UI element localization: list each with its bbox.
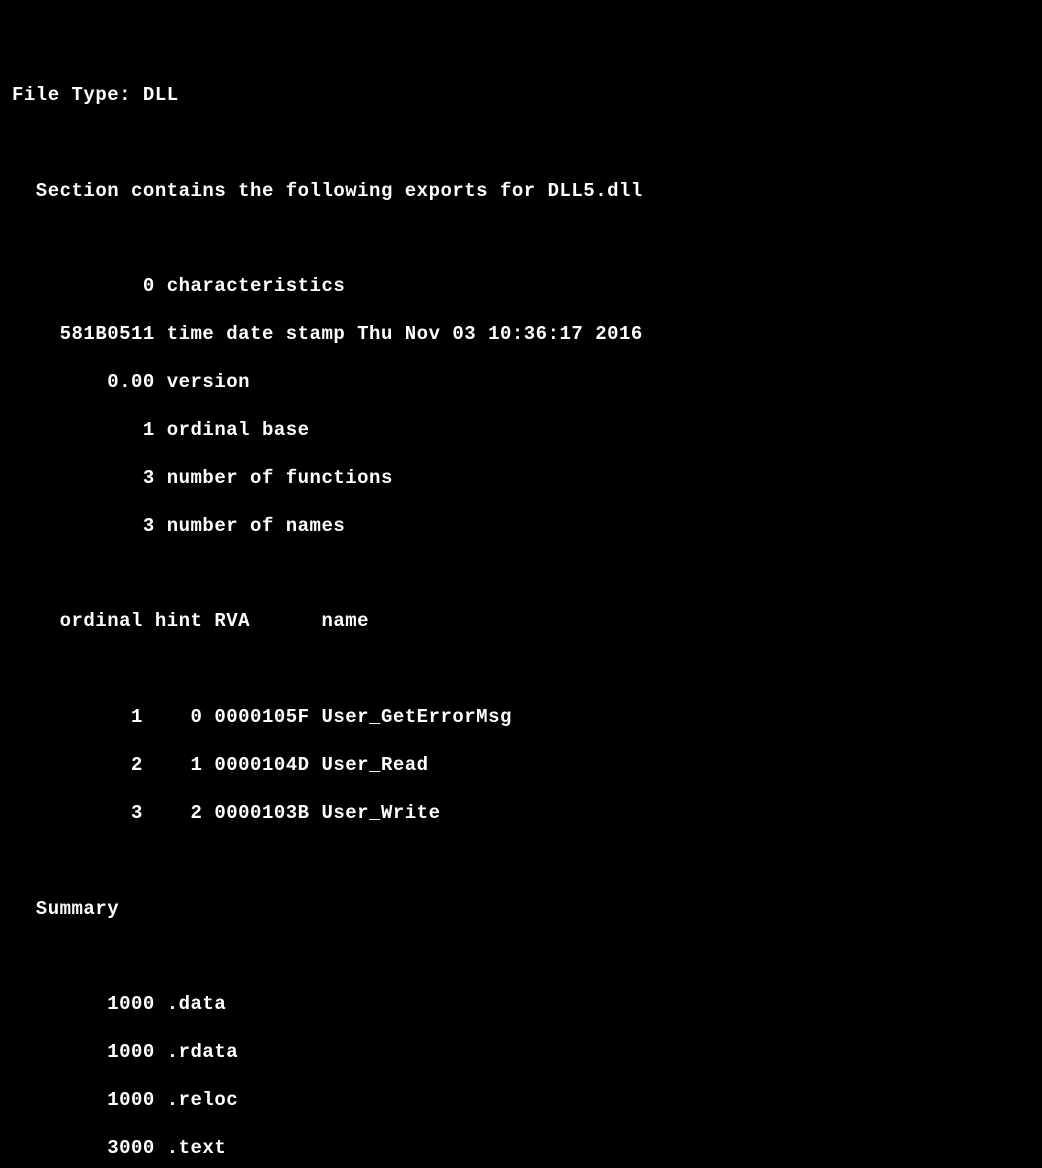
summary-section: 1000 .data xyxy=(12,993,1042,1017)
summary-section: 3000 .text xyxy=(12,1137,1042,1161)
stat-characteristics: 0 characteristics xyxy=(12,275,1042,299)
stat-version: 0.00 version xyxy=(12,371,1042,395)
file-type-value: DLL xyxy=(143,84,179,106)
stat-num-names: 3 number of names xyxy=(12,515,1042,539)
export-table-header: ordinal hint RVA name xyxy=(12,610,1042,634)
summary-title: Summary xyxy=(12,898,1042,922)
summary-section: 1000 .rdata xyxy=(12,1041,1042,1065)
stat-ordinal-base: 1 ordinal base xyxy=(12,419,1042,443)
blank-line xyxy=(12,658,1042,682)
blank-line xyxy=(12,850,1042,874)
export-row: 2 1 0000104D User_Read xyxy=(12,754,1042,778)
summary-section: 1000 .reloc xyxy=(12,1089,1042,1113)
stat-num-functions: 3 number of functions xyxy=(12,467,1042,491)
stat-timedate: 581B0511 time date stamp Thu Nov 03 10:3… xyxy=(12,323,1042,347)
export-row: 1 0 0000105F User_GetErrorMsg xyxy=(12,706,1042,730)
file-type-label: File Type: xyxy=(12,84,143,106)
blank-line xyxy=(12,132,1042,156)
section-header: Section contains the following exports f… xyxy=(12,180,1042,204)
blank-line xyxy=(12,563,1042,587)
blank-line xyxy=(12,227,1042,251)
blank-line xyxy=(12,946,1042,970)
file-type-line: File Type: DLL xyxy=(12,84,1042,108)
export-row: 3 2 0000103B User_Write xyxy=(12,802,1042,826)
